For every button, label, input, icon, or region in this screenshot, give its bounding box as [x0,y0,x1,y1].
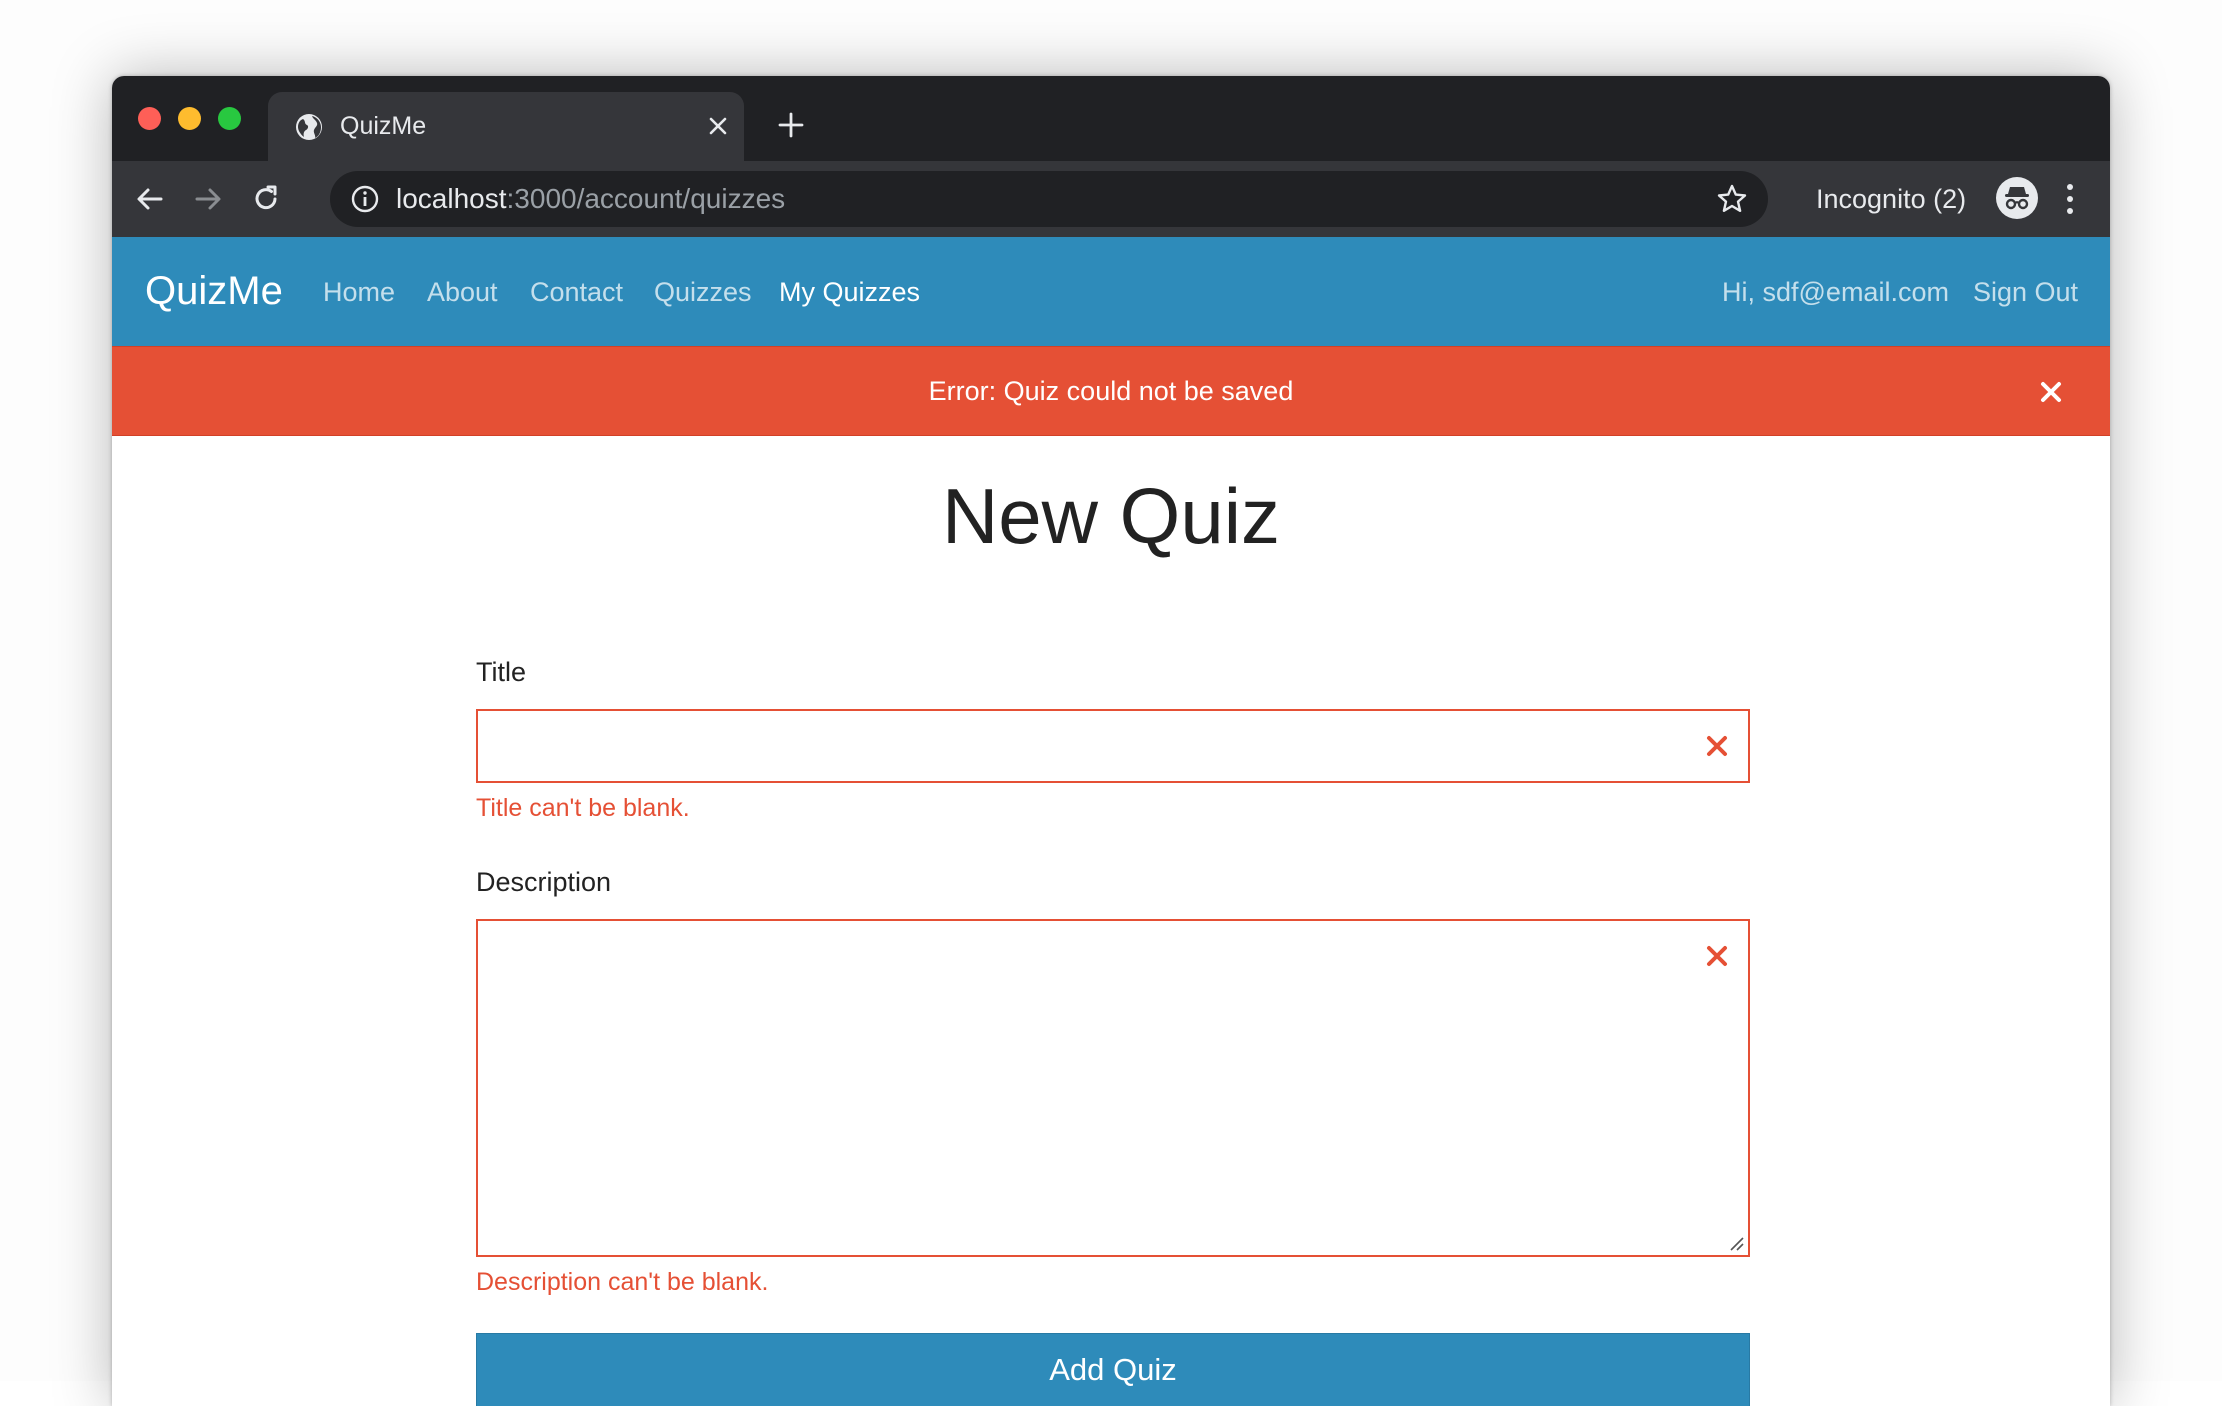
user-greeting: Hi, sdf@email.com [1722,277,1949,307]
add-quiz-button[interactable]: Add Quiz [476,1333,1750,1406]
description-label: Description [476,867,612,897]
brand-logo[interactable]: QuizMe [145,265,283,317]
nav-link-contact[interactable]: Contact [530,273,623,311]
window-close-button[interactable] [138,107,161,130]
tab-title: QuizMe [340,112,427,140]
globe-icon [296,114,322,140]
window-minimize-button[interactable] [178,107,201,130]
window-maximize-button[interactable] [218,107,241,130]
error-alert: Error: Quiz could not be saved [112,346,2110,436]
nav-link-home[interactable]: Home [323,273,395,311]
page-title: New Quiz [941,472,1281,560]
browser-toolbar: localhost:3000/account/quizzes Incognito… [112,161,2110,237]
error-x-icon [1707,946,1727,966]
site-info-icon[interactable] [350,184,380,214]
nav-link-about[interactable]: About [427,273,498,311]
reload-icon[interactable] [248,181,284,217]
bookmark-star-icon[interactable] [1716,183,1748,215]
incognito-glyph [2005,187,2029,210]
browser-window: QuizMe localhost:3000/account/quizzes In… [112,76,2110,1406]
url-path: :3000/account/quizzes [506,183,786,214]
url-host: localhost [396,183,507,214]
app-navbar: QuizMe Home About Contact Quizzes My Qui… [112,237,2110,346]
description-error: Description can't be blank. [476,1268,769,1296]
title-label: Title [476,657,527,687]
new-tab-icon[interactable] [776,110,806,140]
close-tab-icon[interactable] [706,114,730,138]
resize-handle-icon[interactable] [1726,1233,1744,1251]
nav-link-sign-out[interactable]: Sign Out [1973,273,2078,311]
incognito-label[interactable]: Incognito (2) [1816,179,1966,219]
tab-strip: QuizMe [112,76,2110,161]
back-arrow-icon[interactable] [132,181,168,217]
alert-message: Error: Quiz could not be saved [928,376,1294,406]
error-x-icon [1707,736,1727,756]
title-error: Title can't be blank. [476,794,690,822]
title-input[interactable] [476,709,1750,783]
incognito-icon[interactable] [1996,177,2038,219]
forward-arrow-icon[interactable] [190,181,226,217]
nav-link-quizzes[interactable]: Quizzes [654,273,752,311]
address-bar[interactable]: localhost:3000/account/quizzes [330,171,1768,227]
browser-menu-icon[interactable] [2062,181,2078,217]
nav-link-my-quizzes[interactable]: My Quizzes [779,273,920,311]
description-textarea[interactable] [476,919,1750,1257]
close-icon[interactable] [2040,381,2062,403]
url-text[interactable]: localhost:3000/account/quizzes [396,179,785,219]
browser-tab[interactable]: QuizMe [268,92,744,161]
